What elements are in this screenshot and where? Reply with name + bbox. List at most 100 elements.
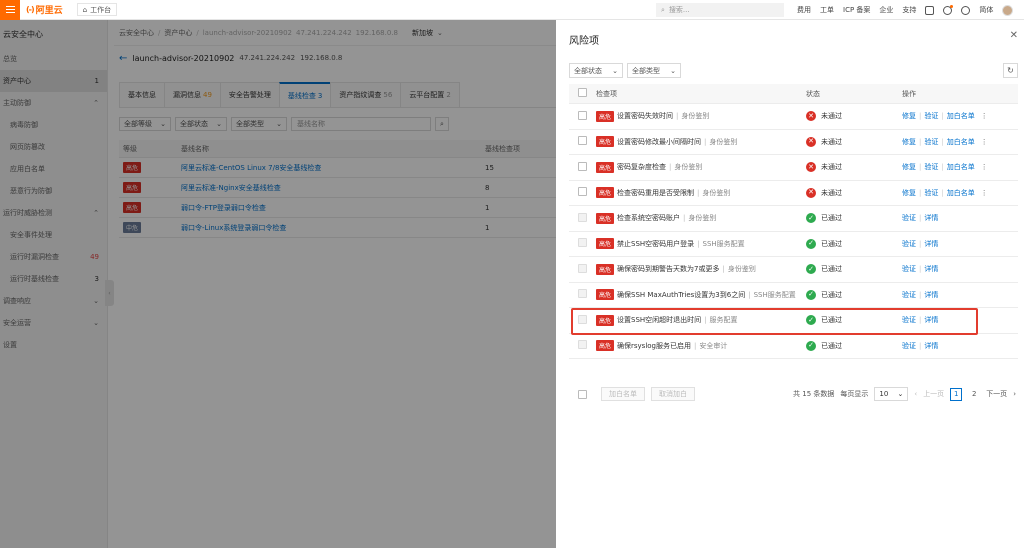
action-link[interactable]: 验证 xyxy=(924,137,938,147)
link-ticket[interactable]: 工单 xyxy=(820,5,834,15)
action-link[interactable]: 验证 xyxy=(902,239,916,249)
separator: | xyxy=(694,341,697,350)
status-text: 未通过 xyxy=(821,163,842,172)
drawer-filters: 全部状态 ⌄ 全部类型 ⌄ xyxy=(569,63,681,78)
chevron-down-icon: ⌄ xyxy=(670,66,676,75)
action-link[interactable]: 验证 xyxy=(902,213,916,223)
separator: | xyxy=(748,290,751,299)
top-links: 费用 工单 ICP 备案 企业 支持 简体 xyxy=(797,0,1014,20)
action-link[interactable]: 加白名单 xyxy=(947,111,975,121)
action-link[interactable]: 验证 xyxy=(902,290,916,300)
separator: | xyxy=(722,265,725,274)
status-text: 未通过 xyxy=(821,188,842,197)
separator: | xyxy=(669,163,672,172)
link-enterprise[interactable]: 企业 xyxy=(879,5,893,15)
action-link[interactable]: 加白名单 xyxy=(947,162,975,172)
batch-whitelist-button[interactable]: 加白名单 xyxy=(601,387,645,401)
column-header: 检查项 xyxy=(596,89,617,98)
table-row: 高危 确保SSH MaxAuthTries设置为3到6之间 | SSH服务配置 ✓ 已通过… xyxy=(569,283,1018,308)
select-all-checkbox[interactable] xyxy=(578,88,587,97)
workbench-button[interactable]: ⌂ 工作台 xyxy=(76,3,118,16)
row-checkbox[interactable] xyxy=(578,136,587,146)
row-checkbox[interactable] xyxy=(578,187,587,197)
page-1-button[interactable]: 1 xyxy=(950,387,963,401)
image-icon[interactable] xyxy=(925,5,935,15)
check-circle-icon: ✓ xyxy=(806,264,816,275)
more-icon[interactable]: ⋮ xyxy=(981,138,988,146)
more-icon[interactable]: ⋮ xyxy=(981,112,988,120)
next-page-button[interactable]: 下一页 xyxy=(986,389,1007,399)
check-item-name: 确保rsyslog服务已启用 xyxy=(617,341,692,350)
risk-level-badge: 高危 xyxy=(596,289,615,301)
bell-icon[interactable] xyxy=(943,4,954,15)
link-support[interactable]: 支持 xyxy=(902,5,916,15)
per-page-select[interactable]: 10 ⌄ xyxy=(874,387,909,401)
chevron-right-icon[interactable]: › xyxy=(1013,390,1016,398)
drawer-footer: 加白名单 取消加白 共 15 条数据 每页显示 10 ⌄ ‹ 上一页 1 2 下一… xyxy=(569,383,1018,405)
action-link[interactable]: 详情 xyxy=(924,213,938,223)
action-link[interactable]: 修复 xyxy=(902,188,916,198)
row-checkbox xyxy=(578,238,587,248)
column-header: 操作 xyxy=(902,89,916,98)
global-search-input[interactable]: ⌕ 搜索... xyxy=(656,3,784,17)
action-link[interactable]: 详情 xyxy=(924,341,938,351)
action-link[interactable]: 修复 xyxy=(902,162,916,172)
check-item-category: 身份鉴别 xyxy=(688,214,717,223)
link-icp[interactable]: ICP 备案 xyxy=(843,5,870,15)
batch-cancel-whitelist-button[interactable]: 取消加白 xyxy=(651,387,695,401)
action-link[interactable]: 加白名单 xyxy=(947,137,975,147)
top-navbar: (-) 阿里云 ⌂ 工作台 ⌕ 搜索... 费用 工单 ICP 备案 企业 支持… xyxy=(0,0,1024,20)
row-checkbox[interactable] xyxy=(578,161,587,171)
action-link[interactable]: 详情 xyxy=(924,264,938,274)
avatar[interactable] xyxy=(1002,4,1014,16)
language-switch[interactable]: 简体 xyxy=(979,5,993,15)
highlight-box xyxy=(571,308,978,335)
check-item-name: 设置密码修改最小间隔时间 xyxy=(617,137,702,146)
risk-level-badge: 高危 xyxy=(596,187,615,199)
action-link[interactable]: 详情 xyxy=(924,239,938,249)
action-link[interactable]: 加白名单 xyxy=(947,188,975,198)
drawer-type-select[interactable]: 全部类型 ⌄ xyxy=(627,63,681,78)
action-link[interactable]: 验证 xyxy=(924,162,938,172)
total-count: 共 15 条数据 xyxy=(793,390,835,398)
aliyun-logo[interactable]: (-) 阿里云 xyxy=(26,3,63,16)
modal-backdrop[interactable] xyxy=(0,20,556,548)
action-link[interactable]: 验证 xyxy=(924,188,938,198)
table-row: 高危 禁止SSH空密码用户登录 | SSH服务配置 ✓ 已通过 验证 | 详情 xyxy=(569,232,1018,257)
action-separator: | xyxy=(941,163,944,172)
close-icon[interactable]: ✕ xyxy=(1010,30,1018,41)
link-billing[interactable]: 费用 xyxy=(797,5,811,15)
action-link[interactable]: 验证 xyxy=(924,111,938,121)
action-link[interactable]: 验证 xyxy=(902,341,916,351)
action-link[interactable]: 修复 xyxy=(902,111,916,121)
table-row: 高危 检查系统空密码账户 | 身份鉴别 ✓ 已通过 验证 | 详情 xyxy=(569,206,1018,232)
table-row: 高危 确保rsyslog服务已启用 | 安全审计 ✓ 已通过 验证 | 详情 xyxy=(569,334,1018,359)
action-separator: | xyxy=(919,341,922,350)
search-placeholder: 搜索... xyxy=(668,6,690,14)
check-item-name: 密码复杂度检查 xyxy=(617,163,667,172)
check-item-name: 禁止SSH空密码用户登录 xyxy=(617,239,695,248)
drawer-status-select[interactable]: 全部状态 ⌄ xyxy=(569,63,623,78)
risk-level-badge: 高危 xyxy=(596,161,615,173)
page-2-button[interactable]: 2 xyxy=(968,388,980,401)
risk-level-badge: 高危 xyxy=(596,212,615,224)
help-icon[interactable] xyxy=(961,5,971,15)
action-separator: | xyxy=(941,188,944,197)
more-icon[interactable]: ⋮ xyxy=(981,189,988,197)
action-separator: | xyxy=(941,112,944,121)
refresh-icon[interactable]: ↻ xyxy=(1003,63,1018,78)
action-link[interactable]: 详情 xyxy=(924,290,938,300)
status-text: 已通过 xyxy=(821,341,842,350)
separator: | xyxy=(676,112,679,121)
row-checkbox[interactable] xyxy=(578,110,587,120)
more-icon[interactable]: ⋮ xyxy=(981,163,988,171)
risk-level-badge: 高危 xyxy=(596,263,615,275)
prev-page-button[interactable]: 上一页 xyxy=(923,389,944,399)
check-item-name: 确保SSH MaxAuthTries设置为3到6之间 xyxy=(617,290,746,299)
risk-level-badge: 高危 xyxy=(596,340,615,352)
action-link[interactable]: 修复 xyxy=(902,137,916,147)
check-circle-icon: ✓ xyxy=(806,238,816,249)
hamburger-menu-icon[interactable] xyxy=(0,0,20,20)
action-link[interactable]: 验证 xyxy=(902,264,916,274)
footer-select-all-checkbox[interactable] xyxy=(578,389,587,399)
